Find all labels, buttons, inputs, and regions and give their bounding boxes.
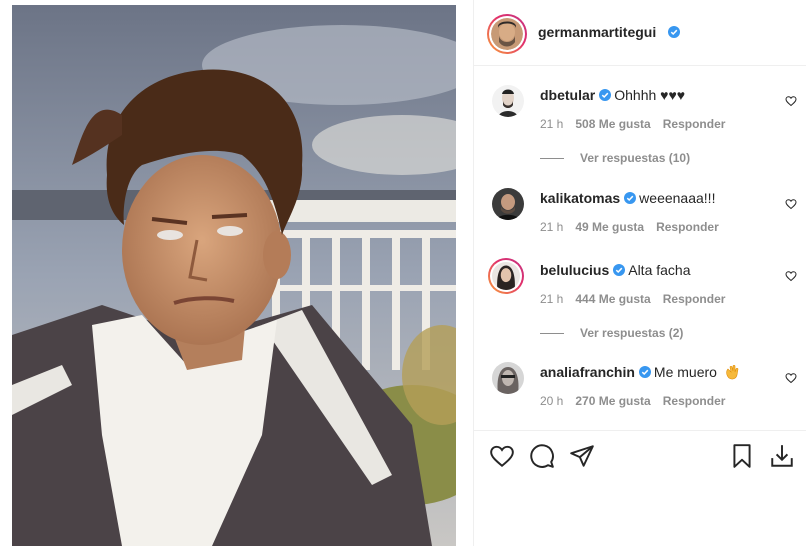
comment-meta: 21 h 444 Me gusta Responder — [540, 292, 737, 306]
heart-icon[interactable] — [785, 372, 797, 384]
comment-line: belulucius Alta facha — [540, 262, 691, 278]
post-photo[interactable] — [12, 5, 456, 546]
comment-line: analiafranchin Me muero — [540, 364, 740, 380]
comment-line: kalikatomas weeenaaa!!! — [540, 190, 715, 206]
comment-text: Ohhhh ♥♥♥ — [614, 87, 686, 103]
author-avatar[interactable] — [487, 14, 527, 54]
verified-badge-icon — [668, 26, 680, 38]
clapping-hands-icon — [726, 364, 739, 380]
reply-button[interactable]: Responder — [663, 394, 726, 408]
reply-button[interactable]: Responder — [663, 117, 726, 131]
verified-badge-icon — [599, 89, 612, 101]
heart-icon[interactable] — [785, 95, 797, 107]
comment-username[interactable]: analiafranchin — [540, 364, 635, 380]
view-replies-button[interactable]: Ver respuestas (2) — [540, 326, 683, 340]
comment-meta: 21 h 49 Me gusta Responder — [540, 220, 731, 234]
commenter-avatar[interactable] — [488, 258, 524, 294]
comment-meta: 20 h 270 Me gusta Responder — [540, 394, 737, 408]
comment-username[interactable]: belulucius — [540, 262, 609, 278]
comment-text: Alta facha — [628, 262, 691, 278]
post-media-pane — [0, 0, 473, 546]
bookmark-icon[interactable] — [729, 443, 755, 469]
commenter-avatar[interactable] — [492, 188, 524, 220]
comment-username[interactable]: kalikatomas — [540, 190, 620, 206]
author-username[interactable]: germanmartitegui — [538, 24, 656, 40]
comment-text: weeenaaa!!! — [639, 190, 716, 206]
comment-username[interactable]: dbetular — [540, 87, 595, 103]
post-header: germanmartitegui — [474, 0, 806, 66]
view-replies-label: Ver respuestas (10) — [580, 151, 691, 165]
commenter-avatar-image — [492, 262, 520, 290]
commenter-avatar[interactable] — [492, 85, 524, 117]
comment-likes[interactable]: 270 Me gusta — [575, 394, 650, 408]
commenter-avatar[interactable] — [492, 362, 524, 394]
heart-icon[interactable] — [785, 270, 797, 282]
share-icon[interactable] — [569, 443, 595, 469]
view-replies-label: Ver respuestas (2) — [580, 326, 684, 340]
heart-icon[interactable] — [785, 198, 797, 210]
verified-badge-icon — [638, 366, 651, 378]
comment-likes[interactable]: 508 Me gusta — [575, 117, 650, 131]
comment-text: Me muero — [653, 364, 717, 380]
reply-button[interactable]: Responder — [656, 220, 719, 234]
comment-time[interactable]: 20 h — [540, 394, 563, 408]
post-sidebar: germanmartitegui dbetular Ohhhh ♥♥♥ 21 h 5… — [473, 0, 806, 546]
comment-time[interactable]: 21 h — [540, 292, 563, 306]
commenter-avatar-image — [492, 188, 524, 220]
comment-likes[interactable]: 49 Me gusta — [575, 220, 644, 234]
comment-icon[interactable] — [529, 443, 555, 469]
post-photo-image — [12, 5, 456, 546]
like-heart-icon[interactable] — [489, 443, 515, 469]
reply-button[interactable]: Responder — [663, 292, 726, 306]
commenter-avatar-image — [492, 362, 524, 394]
comment-line: dbetular Ohhhh ♥♥♥ — [540, 87, 685, 103]
post-actions — [474, 430, 806, 546]
comment-time[interactable]: 21 h — [540, 117, 563, 131]
verified-badge-icon — [624, 192, 637, 204]
commenter-avatar-image — [492, 85, 524, 117]
comment-likes[interactable]: 444 Me gusta — [575, 292, 650, 306]
comment-time[interactable]: 21 h — [540, 220, 563, 234]
replies-divider — [540, 158, 564, 160]
download-icon[interactable] — [769, 443, 795, 469]
comment-meta: 21 h 508 Me gusta Responder — [540, 117, 737, 131]
replies-divider — [540, 333, 564, 335]
author-avatar-image — [491, 18, 523, 50]
verified-badge-icon — [613, 264, 626, 276]
view-replies-button[interactable]: Ver respuestas (10) — [540, 151, 690, 165]
